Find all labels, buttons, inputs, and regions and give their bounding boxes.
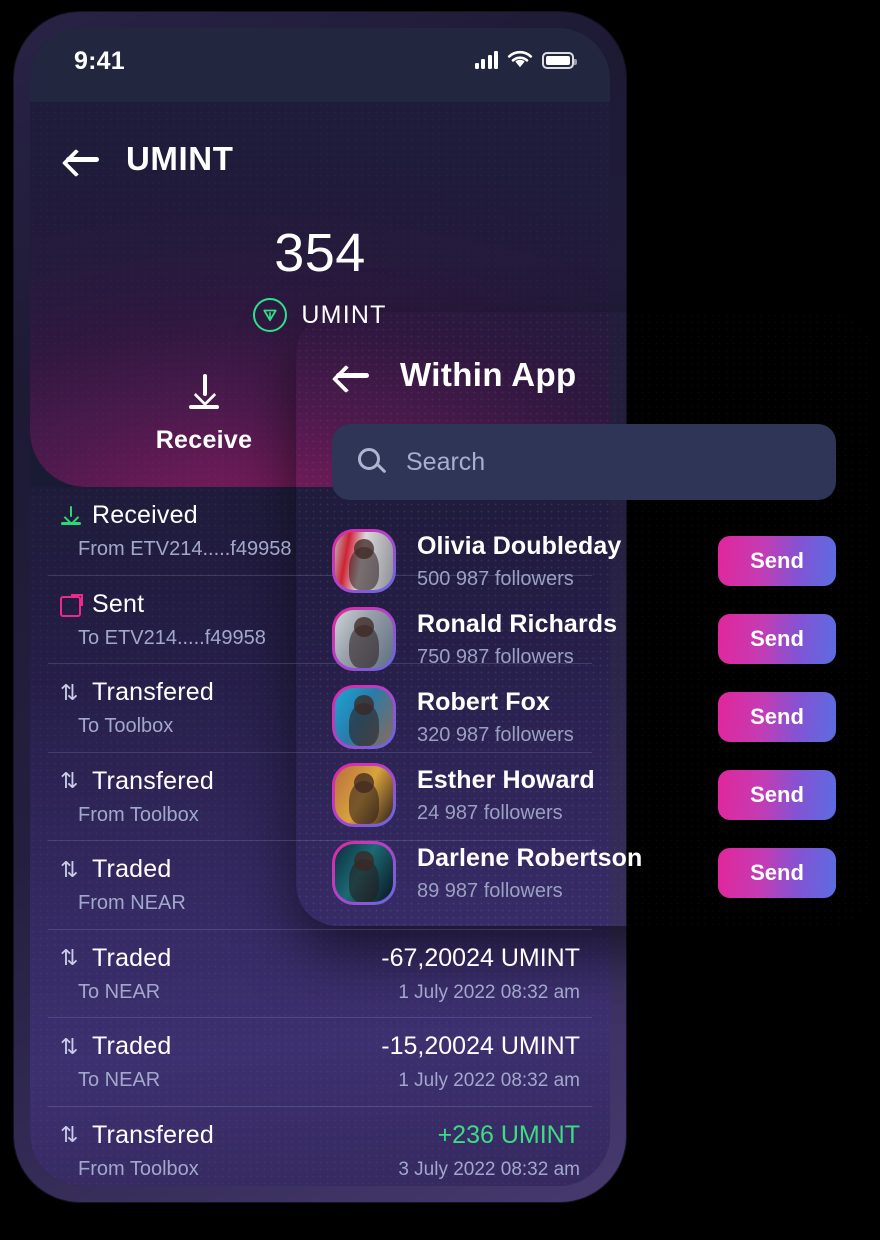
- contact-followers: 750 987 followers: [417, 645, 574, 668]
- external-link-pink-icon: [60, 593, 83, 617]
- contact-name: Robert Fox: [417, 687, 550, 716]
- list-item[interactable]: Ronald Richards 750 987 followers Send: [332, 600, 836, 678]
- contact-name: Darlene Robertson: [417, 843, 643, 872]
- download-arrow-icon: [182, 374, 226, 412]
- status-bar-icons: [474, 50, 577, 69]
- search-input[interactable]: Search: [332, 424, 836, 500]
- balance-ticker-row: UMINT: [30, 298, 610, 332]
- download-green-icon: [60, 505, 82, 527]
- contact-followers: 89 987 followers: [417, 879, 563, 902]
- avatar: [332, 607, 396, 671]
- transaction-amount: +236 UMINT: [437, 1120, 580, 1149]
- contact-info: Esther Howard 24 987 followers: [417, 766, 718, 825]
- transaction-counterparty: From Toolbox: [78, 1157, 199, 1180]
- contact-info: Darlene Robertson 89 987 followers: [417, 844, 718, 903]
- send-button[interactable]: Send: [718, 614, 836, 664]
- avatar: [332, 763, 396, 827]
- list-item[interactable]: Esther Howard 24 987 followers Send: [332, 756, 836, 834]
- wifi-icon: [507, 50, 533, 68]
- swap-icon: ⇅: [60, 856, 79, 882]
- contact-name: Ronald Richards: [417, 609, 618, 638]
- modal-title: Within App: [400, 356, 577, 393]
- transaction-type: Transfered: [92, 678, 214, 706]
- transaction-type: Sent: [92, 589, 145, 618]
- contact-info: Ronald Richards 750 987 followers: [417, 610, 718, 669]
- umint-coin-icon: [253, 298, 288, 332]
- avatar: [332, 841, 396, 905]
- back-arrow-icon[interactable]: [336, 362, 370, 388]
- swap-icon: ⇅: [60, 1122, 79, 1147]
- transaction-counterparty: From NEAR: [78, 892, 186, 914]
- table-row[interactable]: ⇅ Transfered From Toolbox +236 UMINT 3 J…: [48, 1107, 592, 1187]
- cellular-signal-icon: [474, 50, 498, 69]
- list-item[interactable]: Robert Fox 320 987 followers Send: [332, 678, 836, 756]
- send-button[interactable]: Send: [718, 770, 836, 820]
- transaction-date: 3 July 2022 08:32 am: [398, 1158, 580, 1180]
- transaction-type: Received: [92, 501, 198, 529]
- transaction-counterparty: To NEAR: [78, 1069, 161, 1091]
- table-row[interactable]: ⇅ Traded To NEAR -15,20024 UMINT 1 July …: [48, 1018, 592, 1107]
- transaction-type: Traded: [92, 943, 172, 972]
- swap-icon: ⇅: [60, 1033, 79, 1059]
- modal-nav-row: Within App: [336, 356, 577, 394]
- within-app-modal: Within App Search Olivia Doubleday 500 9…: [296, 312, 872, 926]
- send-button[interactable]: Send: [718, 692, 836, 742]
- contact-info: Robert Fox 320 987 followers: [417, 688, 718, 747]
- transaction-type: Traded: [92, 855, 172, 883]
- balance-amount: 354: [274, 223, 366, 283]
- transaction-date: 1 July 2022 08:32 am: [398, 1070, 580, 1091]
- list-item[interactable]: Olivia Doubleday 500 987 followers Send: [332, 522, 836, 600]
- avatar: [332, 685, 396, 749]
- transaction-amount: -67,20024 UMINT: [381, 943, 580, 972]
- status-bar-time: 9:41: [74, 47, 125, 75]
- table-row[interactable]: ⇅ Traded To NEAR -67,20024 UMINT 1 July …: [48, 930, 592, 1018]
- contact-followers: 500 987 followers: [417, 567, 574, 590]
- transaction-counterparty: To Toolbox: [78, 715, 174, 737]
- transaction-amount: -15,20024 UMINT: [381, 1032, 580, 1060]
- contact-name: Esther Howard: [417, 765, 595, 794]
- battery-icon: [542, 52, 577, 69]
- balance-ticker-label: UMINT: [301, 300, 387, 329]
- transaction-counterparty: To NEAR: [78, 980, 161, 1003]
- transaction-type: Transfered: [92, 766, 214, 795]
- search-placeholder: Search: [406, 447, 486, 476]
- swap-icon: ⇅: [60, 768, 79, 793]
- status-bar: 9:41: [30, 28, 610, 102]
- transaction-type: Traded: [92, 1032, 172, 1060]
- contact-followers: 320 987 followers: [417, 723, 574, 746]
- receive-button[interactable]: Receive: [134, 374, 274, 455]
- receive-button-label: Receive: [155, 426, 253, 454]
- transaction-date: 1 July 2022 08:32 am: [398, 981, 580, 1003]
- contact-list: Olivia Doubleday 500 987 followers Send …: [332, 522, 836, 912]
- page-title: UMINT: [126, 140, 234, 177]
- contact-followers: 24 987 followers: [417, 801, 563, 824]
- contact-info: Olivia Doubleday 500 987 followers: [417, 532, 718, 591]
- transaction-counterparty: From Toolbox: [78, 803, 199, 826]
- transaction-counterparty: To ETV214.....f49958: [78, 626, 266, 649]
- back-arrow-icon[interactable]: [66, 146, 100, 172]
- transaction-type: Transfered: [92, 1120, 214, 1149]
- search-icon: [358, 448, 387, 476]
- send-button[interactable]: Send: [718, 536, 836, 586]
- transaction-counterparty: From ETV214.....f49958: [78, 538, 292, 560]
- list-item[interactable]: Darlene Robertson 89 987 followers Send: [332, 834, 836, 912]
- contact-name: Olivia Doubleday: [417, 531, 622, 560]
- swap-icon: ⇅: [60, 945, 79, 970]
- swap-icon: ⇅: [60, 679, 79, 705]
- send-button[interactable]: Send: [718, 848, 836, 898]
- avatar: [332, 529, 396, 593]
- wallet-nav-row: UMINT: [66, 140, 233, 178]
